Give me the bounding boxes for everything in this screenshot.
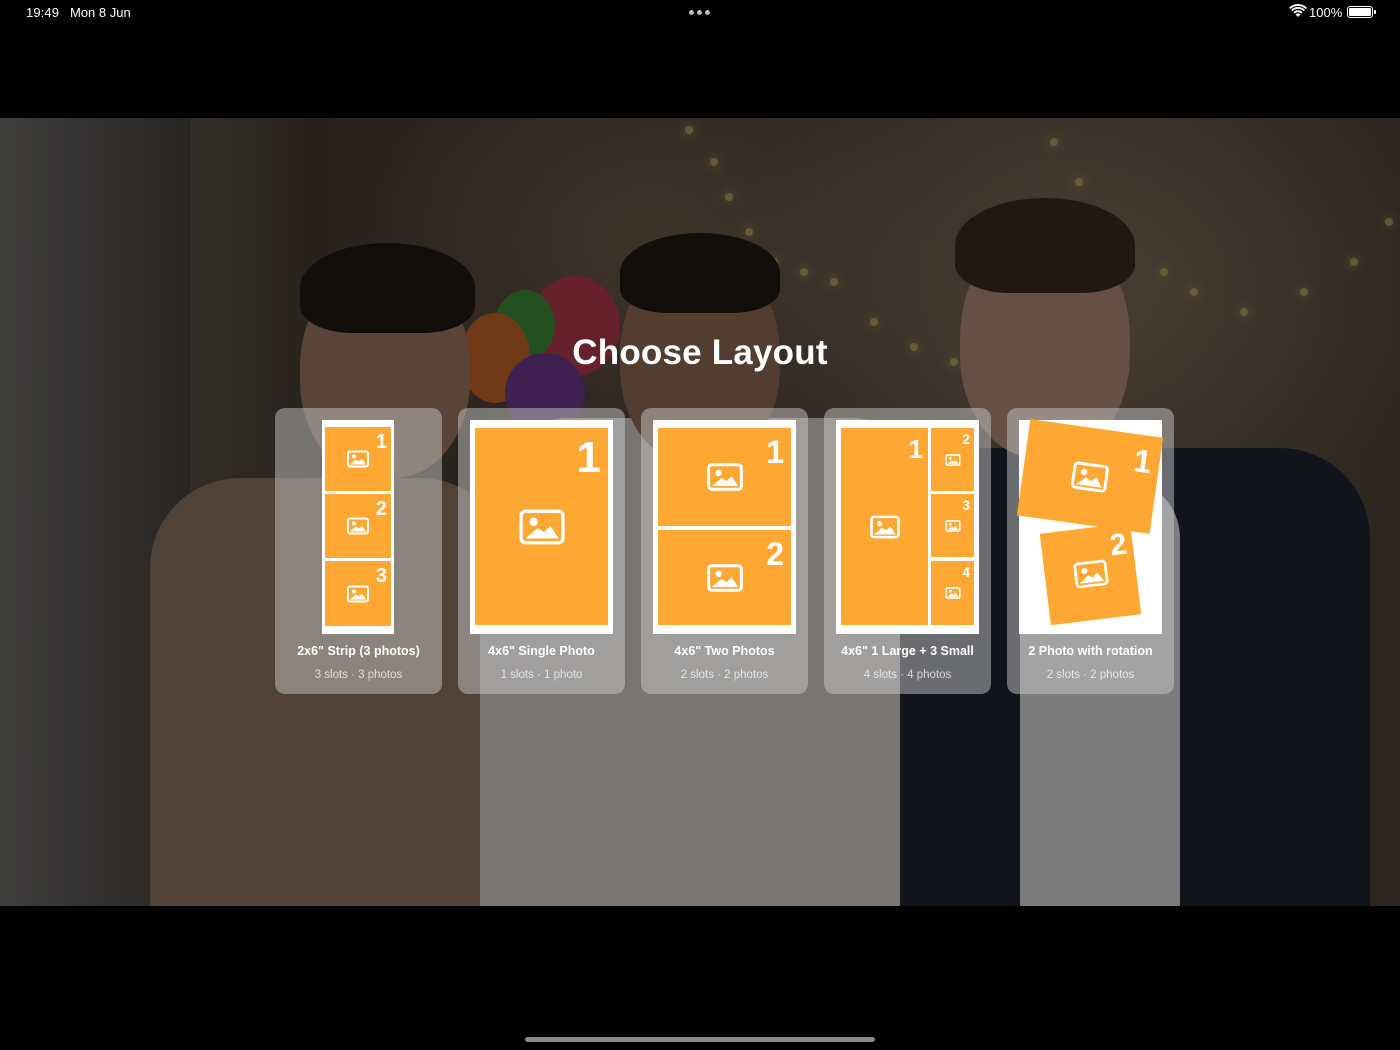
layout-meta: 3 slots · 3 photos xyxy=(314,669,403,681)
layout-card-two-photos[interactable]: 1 2 4x6" Two Photos 2 slots · 2 photos xyxy=(641,408,808,694)
layout-card-strip[interactable]: 1 2 3 2x6" Strip (3 photos) 3 slots · 3 … xyxy=(275,408,442,694)
photo-icon xyxy=(347,517,369,535)
photo-icon xyxy=(945,453,960,466)
layout-card-single[interactable]: 1 4x6" Single Photo 1 slots · 1 photo xyxy=(458,408,625,694)
photo-slot: 2 xyxy=(658,530,791,625)
photo-slot: 1 xyxy=(325,427,391,491)
photo-icon xyxy=(706,463,743,491)
slot-number: 1 xyxy=(766,434,784,470)
photo-icon xyxy=(347,450,369,468)
layout-preview: 1 2 xyxy=(1016,419,1164,634)
layout-meta: 1 slots · 1 photo xyxy=(500,669,583,681)
slot-number: 1 xyxy=(1131,442,1155,481)
photo-icon xyxy=(869,515,900,538)
layout-name: 4x6" Single Photo xyxy=(488,644,595,658)
photo-slot: 2 xyxy=(931,428,974,491)
photo-icon xyxy=(518,509,565,544)
layout-meta: 2 slots · 2 photos xyxy=(680,669,769,681)
layout-card-rotation[interactable]: 1 2 2 Photo with rotation 2 slots · 2 ph… xyxy=(1007,408,1174,694)
slot-number: 3 xyxy=(375,565,387,587)
status-date: Mon 8 Jun xyxy=(70,5,131,20)
layout-name: 4x6" Two Photos xyxy=(674,644,775,658)
wifi-icon xyxy=(1289,4,1307,17)
slot-number: 2 xyxy=(962,431,970,447)
photo-icon xyxy=(945,587,960,599)
status-time: 19:49 xyxy=(26,5,60,20)
layout-preview: 1 2 3 4 xyxy=(836,420,979,634)
photo-slot: 1 xyxy=(841,428,928,625)
photo-slot: 3 xyxy=(325,561,391,626)
layout-name: 4x6" 1 Large + 3 Small xyxy=(841,644,974,658)
layout-name: 2 Photo with rotation xyxy=(1028,644,1153,658)
slot-number: 2 xyxy=(766,536,784,572)
multitasking-dots-icon[interactable] xyxy=(689,10,711,15)
photo-slot: 2 xyxy=(325,494,391,558)
photo-icon xyxy=(1071,461,1109,492)
photo-slot: 1 xyxy=(658,428,791,526)
photo-icon xyxy=(945,519,960,532)
battery-icon xyxy=(1347,6,1376,18)
layout-meta: 2 slots · 2 photos xyxy=(1046,669,1135,681)
photo-icon xyxy=(706,563,743,592)
slot-number: 1 xyxy=(576,433,601,482)
battery-percentage: 100% xyxy=(1309,5,1343,20)
layout-preview: 1 xyxy=(470,420,613,634)
layout-meta: 4 slots · 4 photos xyxy=(863,669,952,681)
slot-number: 2 xyxy=(375,498,387,520)
photo-slot: 3 xyxy=(931,494,974,557)
home-indicator[interactable] xyxy=(525,1037,875,1042)
slot-number: 1 xyxy=(908,434,923,464)
status-bar: 19:49 Mon 8 Jun 100% xyxy=(0,0,1400,26)
slot-number: 1 xyxy=(375,431,387,453)
slot-number: 2 xyxy=(1108,527,1129,563)
page-title: Choose Layout xyxy=(572,333,828,372)
slot-number: 3 xyxy=(962,497,970,513)
layout-preview: 1 2 3 xyxy=(322,420,394,634)
layout-name: 2x6" Strip (3 photos) xyxy=(297,644,420,658)
layout-card-large-plus-small[interactable]: 1 2 3 4 4x6" 1 Large + 3 Small 4 slots ·… xyxy=(824,408,991,694)
layout-preview: 1 2 xyxy=(653,420,796,634)
photo-slot: 4 xyxy=(931,561,974,625)
photo-slot: 1 xyxy=(475,428,608,625)
photo-icon xyxy=(1072,559,1109,589)
slot-number: 4 xyxy=(962,564,970,580)
photo-slot: 1 xyxy=(1016,419,1164,534)
photo-slot: 2 xyxy=(1039,522,1142,626)
photo-icon xyxy=(347,585,369,602)
